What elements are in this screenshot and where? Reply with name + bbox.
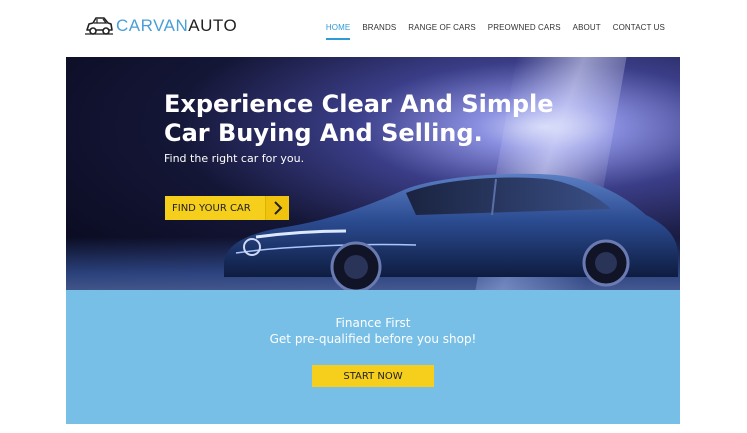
hero-car-image (224, 173, 678, 290)
find-your-car-button[interactable]: FIND YOUR CAR (165, 196, 289, 220)
nav-item-preowned-cars[interactable]: PREOWNED CARS (482, 22, 567, 34)
hero-title: Experience Clear And Simple Car Buying A… (164, 90, 554, 148)
nav-item-contact-us[interactable]: CONTACT US (607, 22, 671, 34)
main-nav: HOME BRANDS RANGE OF CARS PREOWNED CARS … (320, 22, 671, 40)
hero-banner: Experience Clear And Simple Car Buying A… (66, 57, 680, 290)
hero-subtitle: Find the right car for you. (164, 152, 305, 165)
finance-section: Finance First Get pre-qualified before y… (66, 290, 680, 424)
nav-item-about[interactable]: ABOUT (567, 22, 607, 34)
logo-text-carvan: CARVAN (116, 16, 189, 35)
logo-text: CARVANAUTO (116, 13, 237, 39)
car-icon (85, 17, 113, 35)
finance-subtitle: Get pre-qualified before you shop! (269, 332, 477, 346)
logo-text-auto: AUTO (188, 16, 238, 35)
hero-title-line-1: Experience Clear And Simple (164, 90, 554, 118)
nav-item-brands[interactable]: BRANDS (356, 22, 402, 34)
site-header: CARVANAUTO HOME BRANDS RANGE OF CARS PRE… (0, 0, 747, 56)
nav-item-range-of-cars[interactable]: RANGE OF CARS (402, 22, 482, 34)
chevron-right-icon (265, 196, 289, 220)
finance-title: Finance First (335, 316, 411, 330)
start-now-label: START NOW (343, 370, 403, 382)
site-logo[interactable]: CARVANAUTO (84, 13, 237, 39)
find-your-car-label: FIND YOUR CAR (172, 202, 251, 214)
nav-item-home[interactable]: HOME (320, 22, 356, 40)
start-now-button[interactable]: START NOW (312, 365, 434, 387)
hero-title-line-2: Car Buying And Selling. (164, 119, 483, 147)
